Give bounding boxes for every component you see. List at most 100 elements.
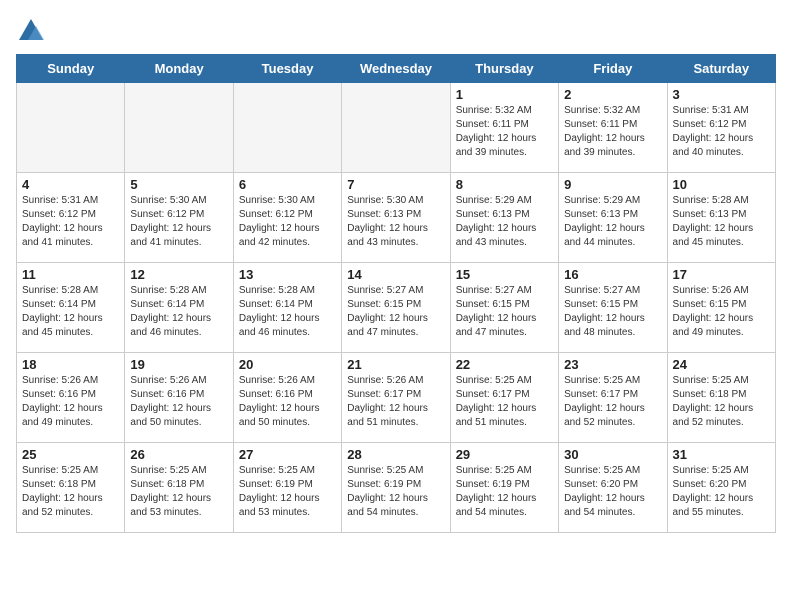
day-number: 14 — [347, 267, 444, 282]
day-number: 7 — [347, 177, 444, 192]
cell-info: Sunrise: 5:25 AM Sunset: 6:20 PM Dayligh… — [564, 464, 661, 520]
cell-info: Sunrise: 5:27 AM Sunset: 6:15 PM Dayligh… — [347, 284, 444, 340]
day-number: 28 — [347, 447, 444, 462]
weekday-tuesday: Tuesday — [233, 55, 341, 83]
calendar-week-1: 1 Sunrise: 5:32 AM Sunset: 6:11 PM Daylig… — [17, 83, 776, 173]
cell-info: Sunrise: 5:27 AM Sunset: 6:15 PM Dayligh… — [564, 284, 661, 340]
cell-info: Sunrise: 5:25 AM Sunset: 6:17 PM Dayligh… — [564, 374, 661, 430]
cell-info: Sunrise: 5:25 AM Sunset: 6:17 PM Dayligh… — [456, 374, 553, 430]
calendar-cell: 19 Sunrise: 5:26 AM Sunset: 6:16 PM Dayli… — [125, 353, 233, 443]
calendar-cell: 25 Sunrise: 5:25 AM Sunset: 6:18 PM Dayli… — [17, 443, 125, 533]
day-number: 25 — [22, 447, 119, 462]
weekday-thursday: Thursday — [450, 55, 558, 83]
day-number: 31 — [673, 447, 770, 462]
calendar-cell — [125, 83, 233, 173]
calendar-cell: 21 Sunrise: 5:26 AM Sunset: 6:17 PM Dayli… — [342, 353, 450, 443]
day-number: 2 — [564, 87, 661, 102]
cell-info: Sunrise: 5:25 AM Sunset: 6:19 PM Dayligh… — [347, 464, 444, 520]
day-number: 30 — [564, 447, 661, 462]
day-number: 8 — [456, 177, 553, 192]
cell-info: Sunrise: 5:31 AM Sunset: 6:12 PM Dayligh… — [673, 104, 770, 160]
logo — [16, 16, 50, 46]
calendar-cell: 31 Sunrise: 5:25 AM Sunset: 6:20 PM Dayli… — [667, 443, 775, 533]
day-number: 12 — [130, 267, 227, 282]
day-number: 21 — [347, 357, 444, 372]
cell-info: Sunrise: 5:25 AM Sunset: 6:18 PM Dayligh… — [130, 464, 227, 520]
weekday-header-row: SundayMondayTuesdayWednesdayThursdayFrid… — [17, 55, 776, 83]
cell-info: Sunrise: 5:30 AM Sunset: 6:12 PM Dayligh… — [130, 194, 227, 250]
calendar-cell — [233, 83, 341, 173]
calendar-week-3: 11 Sunrise: 5:28 AM Sunset: 6:14 PM Dayli… — [17, 263, 776, 353]
day-number: 9 — [564, 177, 661, 192]
calendar-cell: 29Sunrise: 5:25 AM Sunset: 6:19 PM Dayli… — [450, 443, 558, 533]
calendar-cell: 13 Sunrise: 5:28 AM Sunset: 6:14 PM Dayli… — [233, 263, 341, 353]
calendar-cell: 10 Sunrise: 5:28 AM Sunset: 6:13 PM Dayli… — [667, 173, 775, 263]
calendar-cell: 23Sunrise: 5:25 AM Sunset: 6:17 PM Dayli… — [559, 353, 667, 443]
weekday-monday: Monday — [125, 55, 233, 83]
weekday-wednesday: Wednesday — [342, 55, 450, 83]
calendar-cell: 11 Sunrise: 5:28 AM Sunset: 6:14 PM Dayli… — [17, 263, 125, 353]
calendar-cell: 17 Sunrise: 5:26 AM Sunset: 6:15 PM Dayli… — [667, 263, 775, 353]
calendar-cell: 1 Sunrise: 5:32 AM Sunset: 6:11 PM Daylig… — [450, 83, 558, 173]
calendar-cell: 12 Sunrise: 5:28 AM Sunset: 6:14 PM Dayli… — [125, 263, 233, 353]
cell-info: Sunrise: 5:26 AM Sunset: 6:15 PM Dayligh… — [673, 284, 770, 340]
calendar-body: 1 Sunrise: 5:32 AM Sunset: 6:11 PM Daylig… — [17, 83, 776, 533]
calendar-week-2: 4Sunrise: 5:31 AM Sunset: 6:12 PM Daylig… — [17, 173, 776, 263]
calendar-cell: 27Sunrise: 5:25 AM Sunset: 6:19 PM Dayli… — [233, 443, 341, 533]
day-number: 11 — [22, 267, 119, 282]
cell-info: Sunrise: 5:25 AM Sunset: 6:18 PM Dayligh… — [673, 374, 770, 430]
cell-info: Sunrise: 5:26 AM Sunset: 6:16 PM Dayligh… — [22, 374, 119, 430]
day-number: 15 — [456, 267, 553, 282]
day-number: 4 — [22, 177, 119, 192]
page-header — [16, 16, 776, 46]
calendar-cell: 2 Sunrise: 5:32 AM Sunset: 6:11 PM Daylig… — [559, 83, 667, 173]
cell-info: Sunrise: 5:28 AM Sunset: 6:14 PM Dayligh… — [22, 284, 119, 340]
calendar-cell: 30 Sunrise: 5:25 AM Sunset: 6:20 PM Dayli… — [559, 443, 667, 533]
cell-info: Sunrise: 5:26 AM Sunset: 6:17 PM Dayligh… — [347, 374, 444, 430]
day-number: 19 — [130, 357, 227, 372]
calendar-cell: 18Sunrise: 5:26 AM Sunset: 6:16 PM Dayli… — [17, 353, 125, 443]
calendar-week-5: 25 Sunrise: 5:25 AM Sunset: 6:18 PM Dayli… — [17, 443, 776, 533]
cell-info: Sunrise: 5:28 AM Sunset: 6:13 PM Dayligh… — [673, 194, 770, 250]
calendar-cell: 3 Sunrise: 5:31 AM Sunset: 6:12 PM Daylig… — [667, 83, 775, 173]
day-number: 5 — [130, 177, 227, 192]
cell-info: Sunrise: 5:29 AM Sunset: 6:13 PM Dayligh… — [564, 194, 661, 250]
day-number: 10 — [673, 177, 770, 192]
calendar-cell: 15 Sunrise: 5:27 AM Sunset: 6:15 PM Dayli… — [450, 263, 558, 353]
logo-icon — [16, 16, 46, 46]
cell-info: Sunrise: 5:28 AM Sunset: 6:14 PM Dayligh… — [239, 284, 336, 340]
cell-info: Sunrise: 5:25 AM Sunset: 6:19 PM Dayligh… — [239, 464, 336, 520]
cell-info: Sunrise: 5:27 AM Sunset: 6:15 PM Dayligh… — [456, 284, 553, 340]
cell-info: Sunrise: 5:26 AM Sunset: 6:16 PM Dayligh… — [130, 374, 227, 430]
calendar-cell: 26 Sunrise: 5:25 AM Sunset: 6:18 PM Dayli… — [125, 443, 233, 533]
weekday-saturday: Saturday — [667, 55, 775, 83]
calendar-cell: 22 Sunrise: 5:25 AM Sunset: 6:17 PM Dayli… — [450, 353, 558, 443]
day-number: 16 — [564, 267, 661, 282]
day-number: 22 — [456, 357, 553, 372]
cell-info: Sunrise: 5:25 AM Sunset: 6:19 PM Dayligh… — [456, 464, 553, 520]
day-number: 13 — [239, 267, 336, 282]
calendar-cell — [342, 83, 450, 173]
day-number: 17 — [673, 267, 770, 282]
cell-info: Sunrise: 5:32 AM Sunset: 6:11 PM Dayligh… — [456, 104, 553, 160]
calendar-cell: 14 Sunrise: 5:27 AM Sunset: 6:15 PM Dayli… — [342, 263, 450, 353]
day-number: 20 — [239, 357, 336, 372]
day-number: 26 — [130, 447, 227, 462]
calendar-cell: 9 Sunrise: 5:29 AM Sunset: 6:13 PM Daylig… — [559, 173, 667, 263]
day-number: 24 — [673, 357, 770, 372]
cell-info: Sunrise: 5:25 AM Sunset: 6:18 PM Dayligh… — [22, 464, 119, 520]
day-number: 3 — [673, 87, 770, 102]
cell-info: Sunrise: 5:32 AM Sunset: 6:11 PM Dayligh… — [564, 104, 661, 160]
calendar-cell — [17, 83, 125, 173]
cell-info: Sunrise: 5:28 AM Sunset: 6:14 PM Dayligh… — [130, 284, 227, 340]
calendar-cell: 16 Sunrise: 5:27 AM Sunset: 6:15 PM Dayli… — [559, 263, 667, 353]
calendar-cell: 8Sunrise: 5:29 AM Sunset: 6:13 PM Daylig… — [450, 173, 558, 263]
cell-info: Sunrise: 5:30 AM Sunset: 6:12 PM Dayligh… — [239, 194, 336, 250]
calendar-cell: 4Sunrise: 5:31 AM Sunset: 6:12 PM Daylig… — [17, 173, 125, 263]
cell-info: Sunrise: 5:26 AM Sunset: 6:16 PM Dayligh… — [239, 374, 336, 430]
calendar-cell: 5 Sunrise: 5:30 AM Sunset: 6:12 PM Daylig… — [125, 173, 233, 263]
day-number: 1 — [456, 87, 553, 102]
calendar-table: SundayMondayTuesdayWednesdayThursdayFrid… — [16, 54, 776, 533]
calendar-cell: 7Sunrise: 5:30 AM Sunset: 6:13 PM Daylig… — [342, 173, 450, 263]
cell-info: Sunrise: 5:25 AM Sunset: 6:20 PM Dayligh… — [673, 464, 770, 520]
